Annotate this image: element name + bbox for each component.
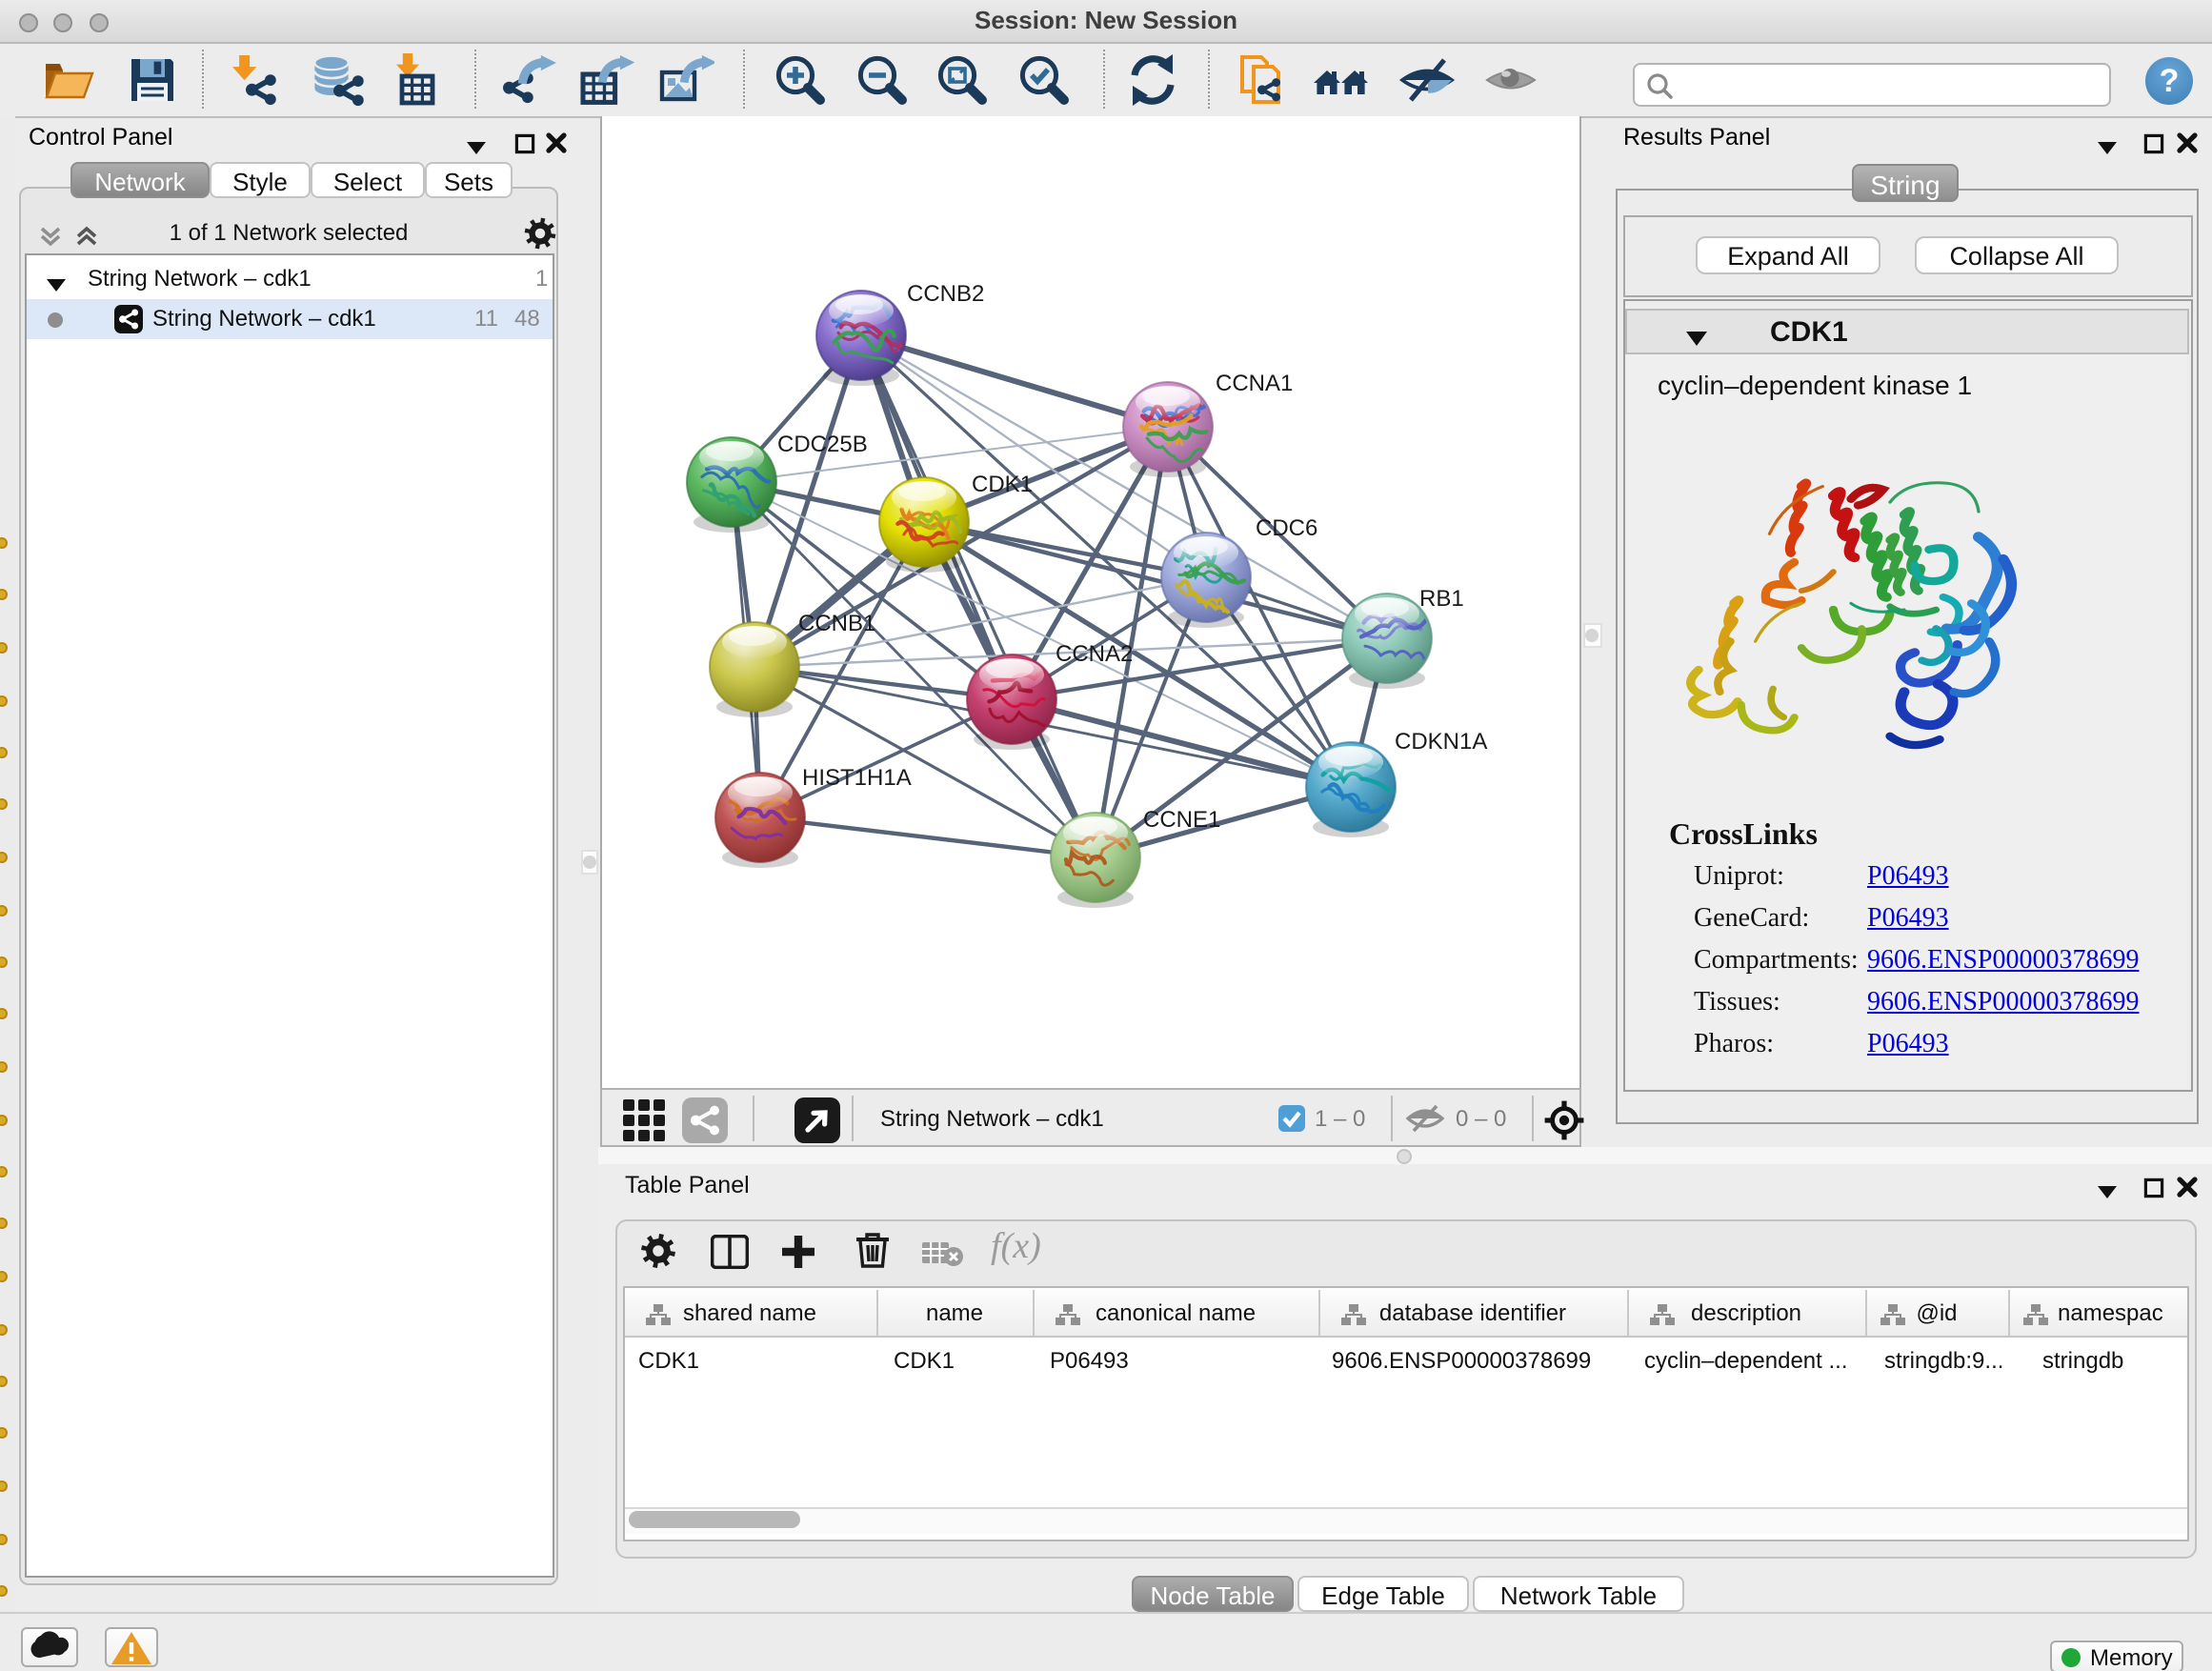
svg-text:CDC6: CDC6 (1256, 515, 1317, 541)
svg-text:CDC25B: CDC25B (777, 432, 868, 457)
svg-text:CDK1: CDK1 (972, 472, 1033, 497)
svg-text:CCNE1: CCNE1 (1143, 807, 1220, 833)
svg-text:RB1: RB1 (1419, 586, 1464, 612)
svg-text:CCNA2: CCNA2 (1056, 641, 1133, 667)
svg-text:CCNB2: CCNB2 (907, 281, 984, 307)
svg-text:HIST1H1A: HIST1H1A (802, 765, 912, 791)
svg-text:CDKN1A: CDKN1A (1395, 729, 1487, 755)
svg-text:CCNB1: CCNB1 (798, 611, 875, 636)
svg-text:CCNA1: CCNA1 (1216, 371, 1293, 396)
